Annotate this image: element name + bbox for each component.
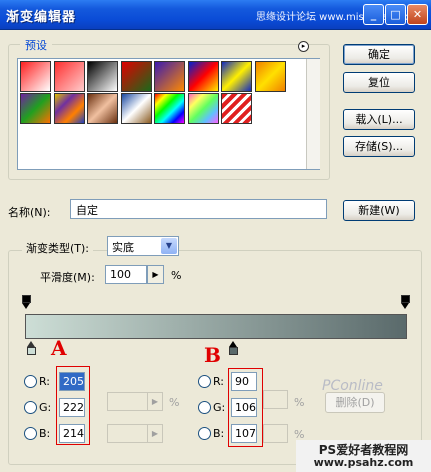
disabled-arrow-button: ▶ [147,424,163,443]
preset-swatch-chrome[interactable] [120,93,152,124]
annotation-a: A [51,336,67,360]
preset-swatch-orange-yellow-orange[interactable] [254,61,286,92]
disabled-field [263,424,288,443]
smoothness-input[interactable]: 100 [105,265,147,284]
color-stop-square [27,347,36,355]
disabled-opacity-field [107,392,149,411]
preset-swatch-violet-green-orange[interactable] [20,93,51,124]
maximize-button[interactable]: □ [385,4,406,25]
preset-swatch-red-green[interactable] [120,61,152,92]
disabled-arrow-button: ▶ [147,392,163,411]
label-g-b: G: [213,401,226,414]
presets-menu-button[interactable]: ▸ [298,41,309,52]
label-r-a: R: [39,375,51,388]
opacity-stop-square [22,295,31,303]
minimize-icon: _ [370,8,377,21]
label-r-b: R: [213,375,225,388]
reset-button[interactable]: 复位 [343,72,415,93]
radio-r-b[interactable] [198,375,211,388]
disabled-location-field [107,424,149,443]
gradient-type-value: 实底 [112,241,134,254]
opacity-stop-pointer [22,303,30,309]
opacity-stop-right[interactable] [401,295,410,309]
save-button[interactable]: 存储(S)... [343,136,415,157]
load-button[interactable]: 载入(L)... [343,109,415,130]
annotation-box-b [228,368,263,447]
site-watermark: PS爱好者教程网 www.psahz.com [296,440,431,472]
radio-g-b[interactable] [198,401,211,414]
smoothness-slider-button[interactable]: ▶ [147,265,164,284]
color-stop-left[interactable] [27,341,36,355]
disabled-unit: % [169,396,180,409]
preset-swatch-yellow-violet-orange-blue[interactable] [53,93,85,124]
gradient-type-select[interactable]: 实底 ▼ [107,236,179,256]
close-button[interactable]: ✕ [407,4,428,25]
radio-b-a[interactable] [24,427,37,440]
preset-swatch-transparent-rainbow[interactable] [187,93,219,124]
annotation-b: B [204,343,221,367]
preset-swatch-copper[interactable] [87,93,118,124]
window-title: 渐变编辑器 [6,10,77,25]
preset-swatch-spectrum[interactable] [154,93,185,124]
site-watermark-url: www.psahz.com [313,456,414,469]
preset-swatch-transparent-stripes[interactable] [221,93,252,124]
play-icon: ▸ [301,42,306,50]
preset-swatch-blue-yellow-blue[interactable] [221,61,252,92]
preset-swatch-black-white[interactable] [87,61,118,92]
name-input[interactable]: 自定 [70,199,327,219]
gradient-type-label: 渐变类型(T): [22,240,94,256]
preset-swatch-fg-to-bg[interactable] [20,61,51,92]
opacity-stop-pointer [401,303,409,309]
preset-swatch-violet-orange[interactable] [154,61,185,92]
radio-b-b[interactable] [198,427,211,440]
ok-button[interactable]: 确定 [343,44,415,65]
name-label: 名称(N): [8,206,51,219]
opacity-stop-square [401,295,410,303]
label-b-a: B: [39,427,51,440]
color-stop-right[interactable] [229,341,238,355]
gradient-preview-bar[interactable] [25,314,407,339]
disabled-location-field [263,390,288,409]
preset-scrollbar[interactable] [306,59,320,169]
minimize-button[interactable]: _ [363,4,384,25]
preset-swatch-fg-to-transparent[interactable] [53,61,85,92]
preset-swatch-blue-red-yellow[interactable] [187,61,219,92]
chevron-down-icon[interactable]: ▼ [161,238,177,254]
delete-button[interactable]: 删除(D) [325,392,385,413]
maximize-icon: □ [390,8,401,21]
close-icon: ✕ [412,8,423,21]
presets-label: 预设 [20,37,52,53]
play-icon: ▶ [152,270,159,279]
annotation-box-a [56,366,90,445]
label-g-a: G: [39,401,52,414]
disabled-unit: % [294,396,305,409]
new-button[interactable]: 新建(W) [343,200,415,221]
opacity-stop-left[interactable] [22,295,31,309]
color-stop-square [229,347,238,355]
radio-r-a[interactable] [24,375,37,388]
smoothness-label: 平滑度(M): [40,271,95,284]
radio-g-a[interactable] [24,401,37,414]
label-b-b: B: [213,427,225,440]
smoothness-unit: % [171,269,182,282]
